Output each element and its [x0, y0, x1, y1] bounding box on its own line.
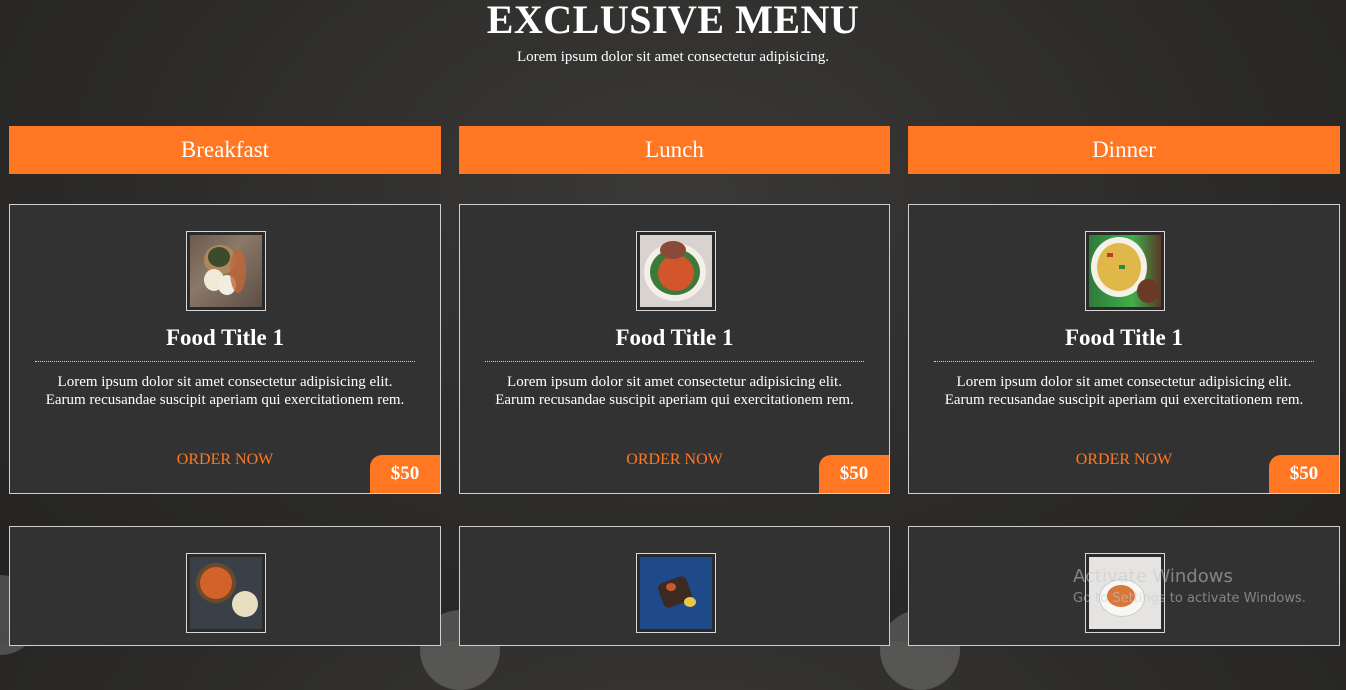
tab-lunch[interactable]: Lunch — [459, 126, 890, 174]
food-image — [1085, 231, 1165, 311]
price-badge: $50 — [1269, 455, 1339, 493]
food-image — [186, 553, 266, 633]
food-description: Lorem ipsum dolor sit amet consectetur a… — [45, 374, 405, 408]
price-badge: $50 — [819, 455, 889, 493]
menu-card: Food Title 1 Lorem ipsum dolor sit amet … — [908, 204, 1340, 494]
food-image — [186, 231, 266, 311]
windows-activation-watermark: Activate Windows Go to Settings to activ… — [1073, 566, 1306, 606]
menu-card: Food Title 1 Lorem ipsum dolor sit amet … — [9, 204, 441, 494]
page-title: EXCLUSIVE MENU — [486, 0, 860, 42]
menu-card — [459, 526, 890, 646]
food-title: Food Title 1 — [1065, 325, 1183, 350]
page-subtitle: Lorem ipsum dolor sit amet consectetur a… — [516, 49, 829, 65]
tab-breakfast[interactable]: Breakfast — [9, 126, 441, 174]
food-description: Lorem ipsum dolor sit amet consectetur a… — [944, 374, 1304, 408]
watermark-title: Activate Windows — [1073, 566, 1233, 587]
menu-card — [9, 526, 441, 646]
divider — [35, 361, 415, 362]
menu-card: Food Title 1 Lorem ipsum dolor sit amet … — [459, 204, 890, 494]
food-title: Food Title 1 — [166, 325, 284, 350]
food-image — [636, 231, 716, 311]
food-image — [636, 553, 716, 633]
watermark-subtitle: Go to Settings to activate Windows. — [1073, 591, 1306, 606]
divider — [485, 361, 864, 362]
divider — [934, 361, 1314, 362]
food-description: Lorem ipsum dolor sit amet consectetur a… — [495, 374, 854, 408]
food-title: Food Title 1 — [615, 325, 734, 350]
tab-dinner[interactable]: Dinner — [908, 126, 1340, 174]
price-badge: $50 — [370, 455, 440, 493]
